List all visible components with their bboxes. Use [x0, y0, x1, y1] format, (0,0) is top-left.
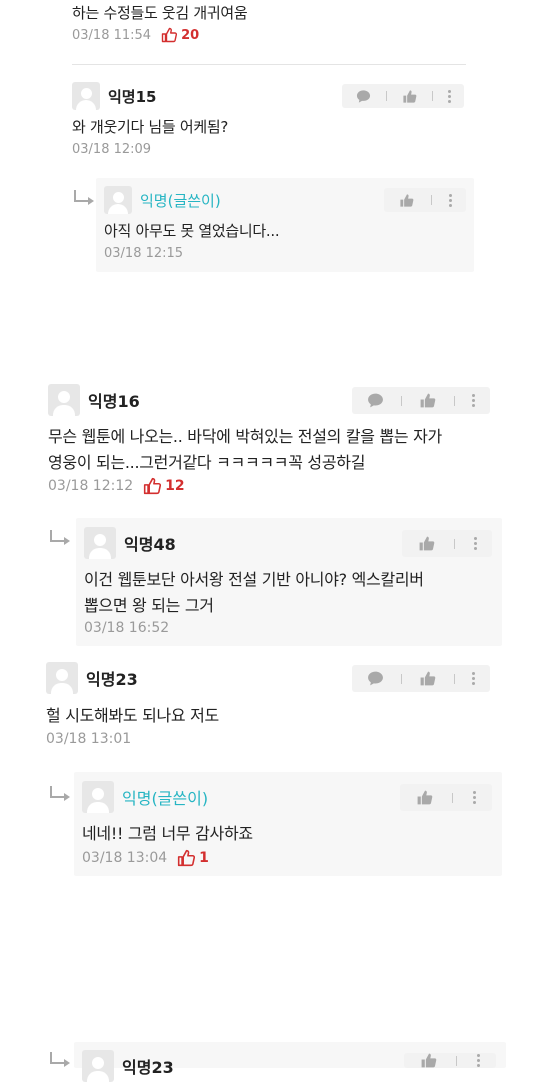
- avatar: [82, 1050, 114, 1082]
- reply-meta: 03/18 12:15: [104, 246, 183, 261]
- comment-time: 03/18 12:12: [48, 478, 134, 494]
- comment-header: 익명16: [48, 384, 140, 416]
- comment-action-bar: [352, 665, 490, 692]
- more-vertical-icon[interactable]: [477, 1054, 481, 1067]
- speech-bubble-icon[interactable]: [367, 670, 384, 687]
- avatar: [84, 527, 116, 559]
- thumbs-up-icon[interactable]: [143, 477, 161, 495]
- comment-text: 와 개웃기다 님들 어케됨?: [72, 118, 229, 136]
- like-count: 12: [165, 478, 185, 494]
- comment-meta: 03/18 12:09: [72, 142, 151, 157]
- reply-header: 익명(글쓴이): [104, 186, 221, 214]
- reply-action-bar: [404, 1053, 496, 1068]
- comment-action-bar: [352, 387, 490, 414]
- reply-text: 아직 아무도 못 열었습니다...: [104, 222, 280, 240]
- reply-meta: 03/18 16:52: [84, 620, 169, 636]
- comment-meta: 03/18 11:54 20: [72, 27, 199, 43]
- reply-action-bar: [384, 188, 466, 212]
- more-vertical-icon[interactable]: [447, 89, 451, 103]
- more-vertical-icon[interactable]: [472, 394, 476, 407]
- like-count: 1: [199, 850, 209, 866]
- avatar: [72, 82, 100, 110]
- avatar: [104, 186, 132, 214]
- reply-author[interactable]: 익명23: [122, 1054, 174, 1078]
- thumbs-up-icon[interactable]: [420, 1052, 437, 1069]
- reply-author-op[interactable]: 익명(글쓴이): [122, 785, 208, 809]
- thumbs-up-icon[interactable]: [177, 849, 195, 867]
- reply-author[interactable]: 익명48: [124, 531, 176, 555]
- more-vertical-icon[interactable]: [473, 537, 477, 550]
- thumbs-up-icon[interactable]: [416, 789, 433, 806]
- more-vertical-icon[interactable]: [473, 791, 477, 804]
- reply-text: 네네!! 그럼 너무 감사하죠: [82, 824, 253, 843]
- avatar: [82, 781, 114, 813]
- comment-divider: [72, 64, 466, 65]
- reply-author-op[interactable]: 익명(글쓴이): [140, 190, 221, 211]
- comment-action-bar: [342, 84, 464, 108]
- thumbs-up-icon[interactable]: [418, 535, 435, 552]
- reply-action-bar: [400, 784, 492, 811]
- thumbs-up-icon[interactable]: [402, 89, 417, 104]
- thumbs-up-icon[interactable]: [419, 392, 436, 409]
- reply-meta: 03/18 13:04 1: [82, 849, 209, 867]
- avatar: [46, 662, 78, 694]
- comment-text-line: 영웅이 되는...그런거같다 ㅋㅋㅋㅋㅋ꼭 성공하길: [48, 453, 366, 472]
- comment-author[interactable]: 익명16: [88, 388, 140, 412]
- reply-time: 03/18 16:52: [84, 620, 170, 636]
- thumbs-up-icon[interactable]: [419, 670, 436, 687]
- comment-time: 03/18 12:09: [72, 142, 152, 157]
- comment-author[interactable]: 익명23: [86, 666, 138, 690]
- reply-arrow-icon: [50, 530, 70, 545]
- comment-author[interactable]: 익명15: [108, 86, 156, 107]
- speech-bubble-icon[interactable]: [356, 89, 371, 104]
- comment-meta: 03/18 12:12 12: [48, 477, 185, 495]
- thumbs-up-icon[interactable]: [399, 193, 414, 208]
- reply-arrow-icon: [50, 1052, 70, 1067]
- comment-time: 03/18 13:01: [46, 731, 132, 747]
- reply-text-line: 이건 웹툰보단 아서왕 전설 기반 아니야? 엑스칼리버: [84, 570, 424, 589]
- reply-arrow-icon: [74, 190, 94, 205]
- thumbs-up-icon[interactable]: [161, 27, 177, 43]
- reply-header: 익명(글쓴이): [82, 781, 208, 813]
- reply-time: 03/18 13:04: [82, 850, 168, 866]
- reply-action-bar: [402, 530, 492, 557]
- comment-header: 익명15: [72, 82, 156, 110]
- comment-header: 익명23: [46, 662, 138, 694]
- comment-meta: 03/18 13:01: [46, 731, 131, 747]
- speech-bubble-icon[interactable]: [367, 392, 384, 409]
- reply-header: 익명23: [82, 1050, 174, 1082]
- comment-text: 헐 시도해봐도 되나요 저도: [46, 706, 219, 725]
- reply-header: 익명48: [84, 527, 176, 559]
- reply-arrow-icon: [50, 786, 70, 801]
- more-vertical-icon[interactable]: [448, 193, 452, 207]
- comment-time: 03/18 11:54: [72, 27, 152, 43]
- comment-text-line: 무슨 웹툰에 나오는.. 바닥에 박혀있는 전설의 칼을 뽑는 자가: [48, 427, 442, 446]
- reply-text-line: 뽑으면 왕 되는 그거: [84, 596, 214, 615]
- like-count: 20: [181, 27, 200, 43]
- more-vertical-icon[interactable]: [472, 672, 476, 685]
- avatar: [48, 384, 80, 416]
- comment-text: 하는 수정들도 웃김 개귀여움: [72, 4, 248, 22]
- reply-time: 03/18 12:15: [104, 246, 184, 261]
